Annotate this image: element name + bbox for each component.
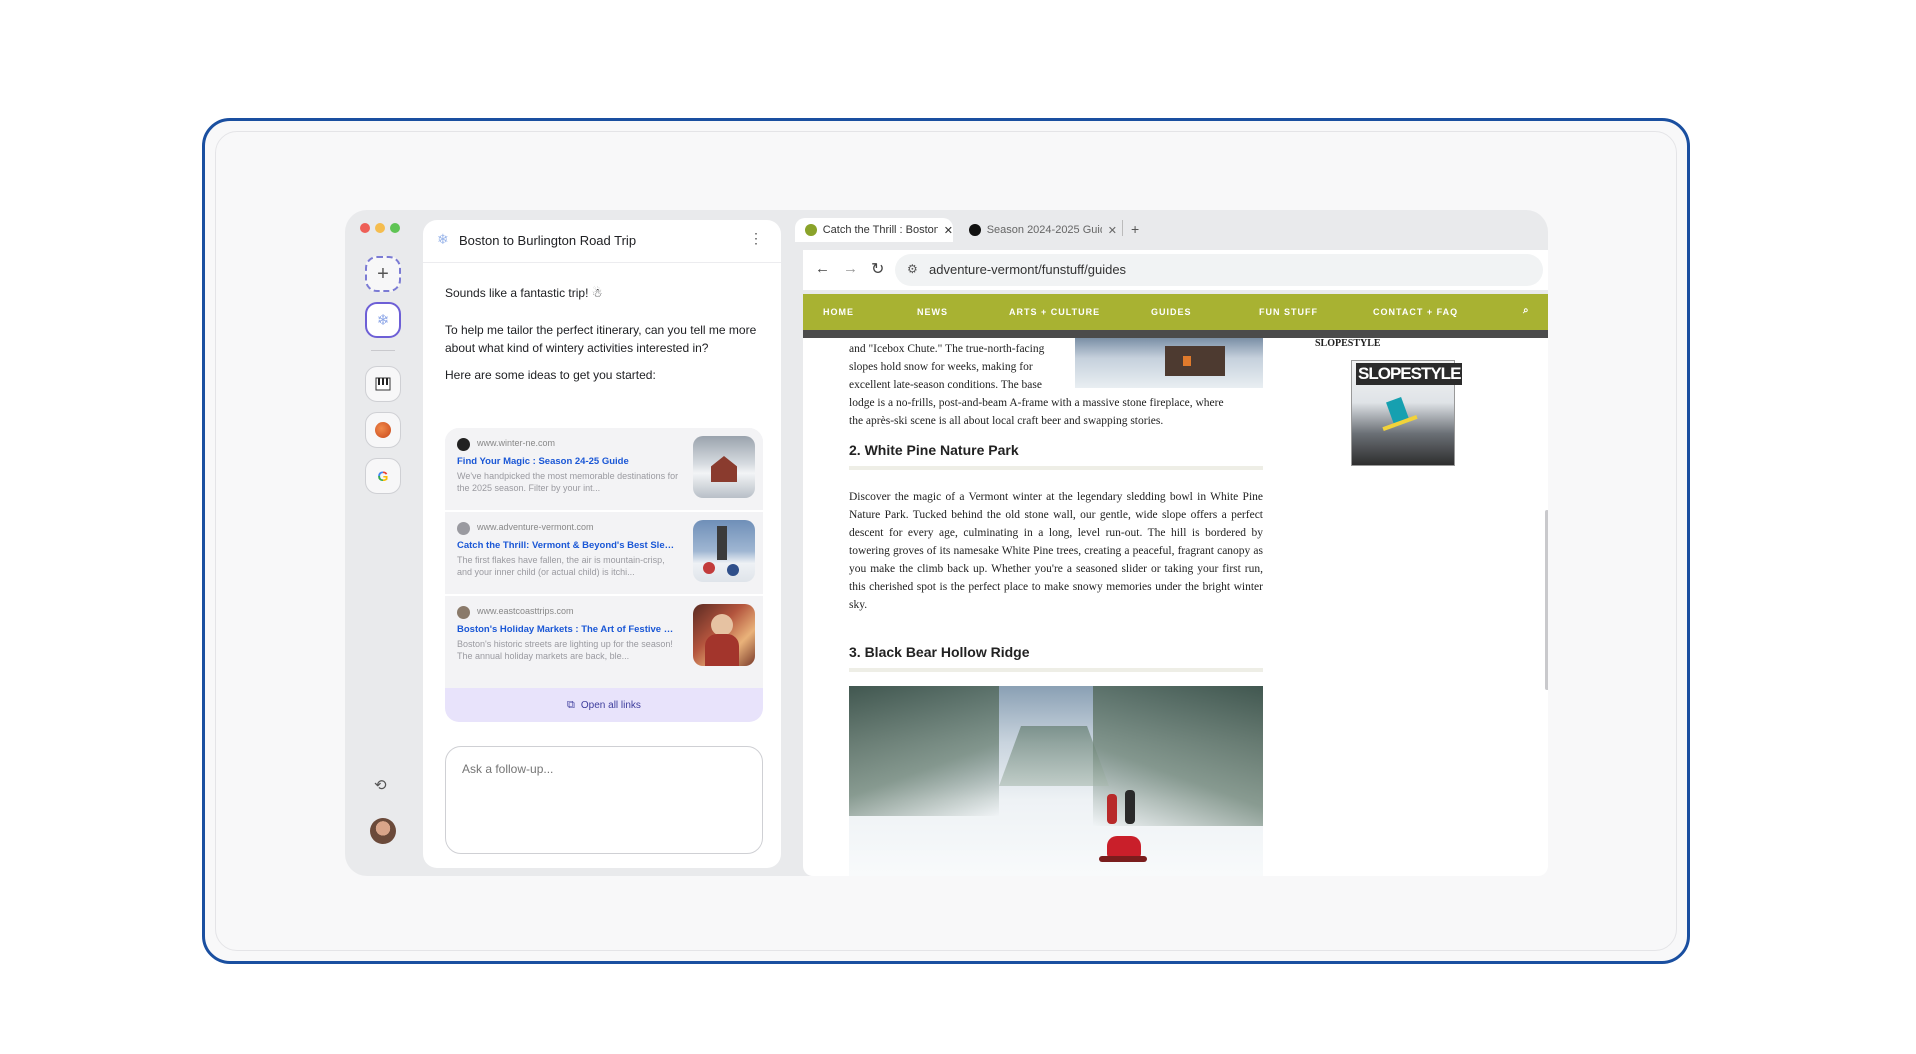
heading-white-pine: 2. White Pine Nature Park bbox=[849, 442, 1019, 458]
nav-guides[interactable]: GUIDES bbox=[1151, 307, 1192, 317]
more-options-icon[interactable]: ⋮ bbox=[749, 230, 763, 247]
new-tab-button[interactable]: + bbox=[1131, 221, 1139, 237]
nav-arts-culture[interactable]: ARTS + CULTURE bbox=[1009, 307, 1100, 317]
site-favicon-icon bbox=[457, 438, 470, 451]
result-thumbnail bbox=[693, 520, 755, 582]
open-external-icon: ⧉ bbox=[567, 698, 575, 711]
tab-season-guide[interactable]: Season 2024-2025 Guide – F ✕ bbox=[959, 218, 1117, 242]
site-favicon-icon bbox=[457, 606, 470, 619]
followup-input[interactable] bbox=[460, 761, 744, 777]
open-all-links-label: Open all links bbox=[580, 699, 641, 711]
back-arrow-icon[interactable]: ← bbox=[815, 260, 830, 277]
rail-divider bbox=[371, 350, 395, 351]
text-line: and "Icebox Chute." The true-north-facin… bbox=[849, 343, 1045, 355]
text-line: slopes hold snow for weeks, making for bbox=[849, 361, 1033, 373]
nav-contact-faq[interactable]: CONTACT + FAQ bbox=[1373, 307, 1458, 317]
url-text[interactable]: adventure-vermont/funstuff/guides bbox=[929, 262, 1126, 277]
tab-label: Season 2024-2025 Guide – F bbox=[986, 224, 1102, 236]
text-line: excellent late-season conditions. The ba… bbox=[849, 379, 1042, 391]
sledding-photo bbox=[849, 686, 1263, 876]
search-results-card: www.winter-ne.com Find Your Magic : Seas… bbox=[445, 428, 763, 714]
snowflake-icon: ❄ bbox=[376, 312, 390, 329]
webpage: HOME NEWS ARTS + CULTURE GUIDES FUN STUF… bbox=[803, 294, 1548, 876]
assistant-message-2: To help me tailor the perfect itinerary,… bbox=[445, 323, 757, 355]
article-paragraph-1: and "Icebox Chute." The true-north-facin… bbox=[849, 340, 1263, 430]
heading-rule bbox=[849, 466, 1263, 470]
result-domain: www.eastcoasttrips.com bbox=[477, 606, 574, 616]
tab-separator bbox=[1122, 220, 1123, 236]
open-all-links-button[interactable]: ⧉ Open all links bbox=[445, 688, 763, 722]
nav-news[interactable]: NEWS bbox=[917, 307, 948, 317]
plus-icon: + bbox=[377, 262, 389, 285]
tab-favicon-icon bbox=[805, 224, 817, 236]
google-app-button[interactable]: G bbox=[365, 458, 401, 494]
assistant-message-3: Here are some ideas to get you started: bbox=[445, 368, 656, 382]
magazine-cover[interactable]: SLOPESTYLE bbox=[1351, 360, 1463, 466]
chat-title: Boston to Burlington Road Trip bbox=[459, 233, 637, 248]
nav-subbar bbox=[803, 330, 1548, 338]
assistant-chat-panel: ❄ Boston to Burlington Road Trip ⋮ Sound… bbox=[423, 220, 781, 868]
sidebar-label: SLOPESTYLE bbox=[1315, 338, 1381, 349]
tab-label: Catch the Thrill : Boston & Be bbox=[822, 224, 938, 236]
result-domain: www.adventure-vermont.com bbox=[477, 522, 594, 532]
result-domain: www.winter-ne.com bbox=[477, 438, 556, 448]
result-description: The first flakes have fallen, the air is… bbox=[457, 555, 665, 577]
new-chat-button[interactable]: + bbox=[365, 256, 401, 292]
snowflake-icon: ❄ bbox=[437, 231, 449, 247]
close-tab-icon[interactable]: ✕ bbox=[1108, 224, 1117, 237]
nav-fun-stuff[interactable]: FUN STUFF bbox=[1259, 307, 1318, 317]
followup-input-box[interactable] bbox=[445, 746, 763, 854]
tab-catch-the-thrill[interactable]: Catch the Thrill : Boston & Be ✕ bbox=[795, 218, 953, 242]
text-line: lodge is a no-frills, post-and-beam A-fr… bbox=[849, 397, 1224, 409]
result-title-link[interactable]: Boston's Holiday Markets : The Art of Fe… bbox=[457, 624, 679, 635]
assistant-message-1: Sounds like a fantastic trip! ☃ bbox=[445, 286, 603, 300]
forward-arrow-icon[interactable]: → bbox=[843, 260, 858, 277]
site-nav-bar: HOME NEWS ARTS + CULTURE GUIDES FUN STUF… bbox=[803, 294, 1548, 330]
address-toolbar: ← → ↻ ⚙ adventure-vermont/funstuff/guide… bbox=[803, 250, 1548, 290]
snowflake-space-button[interactable]: ❄ bbox=[365, 302, 401, 338]
tab-favicon-icon bbox=[969, 224, 981, 236]
heading-rule bbox=[849, 668, 1263, 672]
result-description: We've handpicked the most memorable dest… bbox=[457, 471, 679, 493]
search-icon[interactable]: ⌕ bbox=[1523, 305, 1530, 316]
browser-window: Catch the Thrill : Boston & Be ✕ Season … bbox=[795, 210, 1548, 876]
address-bar[interactable]: ⚙ adventure-vermont/funstuff/guides bbox=[895, 254, 1543, 286]
close-window-dot[interactable] bbox=[360, 223, 370, 233]
result-title-link[interactable]: Find Your Magic : Season 24-25 Guide bbox=[457, 456, 679, 467]
result-title-link[interactable]: Catch the Thrill: Vermont & Beyond's Bes… bbox=[457, 540, 679, 551]
text-line: the après-ski scene is all about local c… bbox=[849, 415, 1164, 427]
result-description: Boston's historic streets are lighting u… bbox=[457, 639, 673, 661]
minimize-window-dot[interactable] bbox=[375, 223, 385, 233]
reload-icon[interactable]: ↻ bbox=[871, 259, 884, 279]
user-avatar[interactable] bbox=[370, 818, 396, 844]
piano-app-button[interactable] bbox=[365, 366, 401, 402]
close-tab-icon[interactable]: ✕ bbox=[944, 224, 953, 237]
piano-icon bbox=[375, 377, 391, 391]
page-scrollbar[interactable] bbox=[1545, 510, 1548, 690]
heading-black-bear: 3. Black Bear Hollow Ridge bbox=[849, 644, 1030, 660]
result-item[interactable]: www.winter-ne.com Find Your Magic : Seas… bbox=[445, 428, 763, 510]
article-paragraph-2: Discover the magic of a Vermont winter a… bbox=[849, 491, 1263, 611]
result-item[interactable]: www.adventure-vermont.com Catch the Thri… bbox=[445, 512, 763, 594]
app-window: + ❄ G ⟲ ❄ Boston to Burlington Road Trip… bbox=[345, 210, 1548, 876]
result-item[interactable]: www.eastcoasttrips.com Boston's Holiday … bbox=[445, 596, 763, 678]
maximize-window-dot[interactable] bbox=[390, 223, 400, 233]
result-thumbnail bbox=[693, 604, 755, 666]
history-icon[interactable]: ⟲ bbox=[374, 776, 387, 794]
orange-circle-icon bbox=[375, 422, 391, 438]
result-thumbnail bbox=[693, 436, 755, 498]
orange-app-button[interactable] bbox=[365, 412, 401, 448]
google-icon: G bbox=[377, 468, 389, 484]
nav-home[interactable]: HOME bbox=[823, 307, 854, 317]
magazine-title: SLOPESTYLE bbox=[1356, 363, 1463, 385]
chat-header: ❄ Boston to Burlington Road Trip ⋮ bbox=[423, 220, 781, 263]
site-settings-icon[interactable]: ⚙ bbox=[907, 262, 918, 276]
site-favicon-icon bbox=[457, 522, 470, 535]
